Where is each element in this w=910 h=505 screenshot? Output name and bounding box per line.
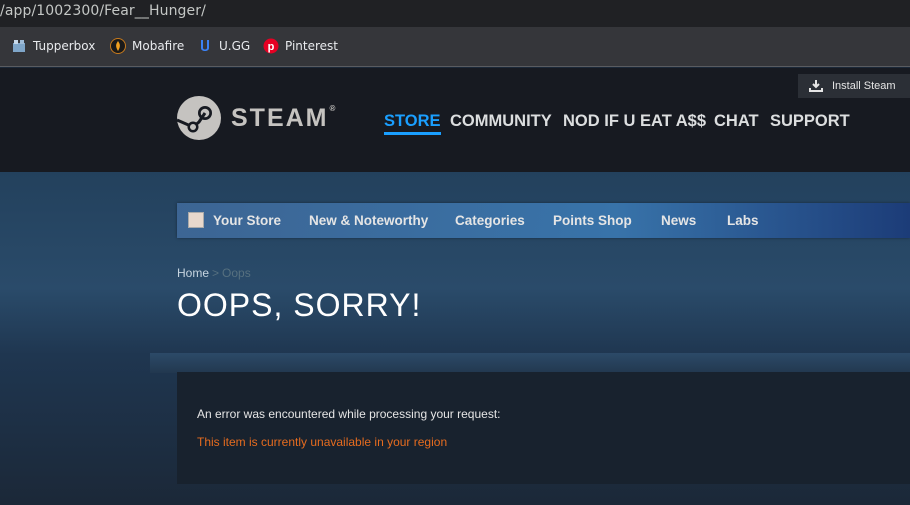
breadcrumb-separator: > <box>212 266 220 280</box>
nav-store[interactable]: STORE <box>384 112 441 135</box>
breadcrumb: Home > Oops <box>177 266 251 280</box>
pinterest-icon: p <box>263 38 279 54</box>
store-tab-news[interactable]: News <box>661 213 696 228</box>
error-detail: This item is currently unavailable in yo… <box>197 435 448 449</box>
steam-logo-text: STEAM® <box>231 103 338 132</box>
bookmarks-bar: Tupperbox Mobafire U.GG p Pinterest <box>0 27 910 67</box>
error-message: An error was encountered while processin… <box>197 407 501 421</box>
error-panel: An error was encountered while processin… <box>177 372 910 484</box>
breadcrumb-home[interactable]: Home <box>177 266 209 280</box>
steam-logo-icon <box>177 96 221 140</box>
mobafire-icon <box>110 38 126 54</box>
steam-header: Install Steam STEAM® STORE COMMUNITY NOD… <box>0 68 910 172</box>
download-icon <box>809 80 823 92</box>
store-tab-categories[interactable]: Categories <box>455 213 525 228</box>
steam-logo[interactable]: STEAM® <box>177 96 337 140</box>
breadcrumb-current: Oops <box>222 266 251 280</box>
browser-url-bar[interactable]: /app/1002300/Fear__Hunger/ <box>0 0 910 27</box>
error-band <box>150 353 910 373</box>
bookmark-tupperbox[interactable]: Tupperbox <box>11 38 95 54</box>
svg-text:p: p <box>268 41 275 53</box>
bookmark-pinterest[interactable]: p Pinterest <box>263 38 338 54</box>
nav-community[interactable]: COMMUNITY <box>450 112 552 131</box>
tupperbox-icon <box>13 40 25 52</box>
bookmark-mobafire[interactable]: Mobafire <box>110 38 184 54</box>
store-tab-points-shop[interactable]: Points Shop <box>553 213 632 228</box>
url-text[interactable]: /app/1002300/Fear__Hunger/ <box>0 3 206 19</box>
avatar <box>188 212 204 228</box>
page-title: OOPS, SORRY! <box>177 287 422 323</box>
nav-support[interactable]: SUPPORT <box>770 112 850 131</box>
bookmark-ugg[interactable]: U.GG <box>197 38 250 54</box>
nav-chat[interactable]: CHAT <box>714 112 759 131</box>
nav-profile[interactable]: NOD IF U EAT A$$ <box>563 112 706 131</box>
store-tab-labs[interactable]: Labs <box>727 213 759 228</box>
store-tab-new-noteworthy[interactable]: New & Noteworthy <box>309 213 428 228</box>
store-nav-bar: Your Store New & Noteworthy Categories P… <box>177 203 910 238</box>
install-steam-button[interactable]: Install Steam <box>798 74 910 98</box>
store-tab-your-store[interactable]: Your Store <box>213 213 281 228</box>
ugg-icon <box>201 40 209 51</box>
